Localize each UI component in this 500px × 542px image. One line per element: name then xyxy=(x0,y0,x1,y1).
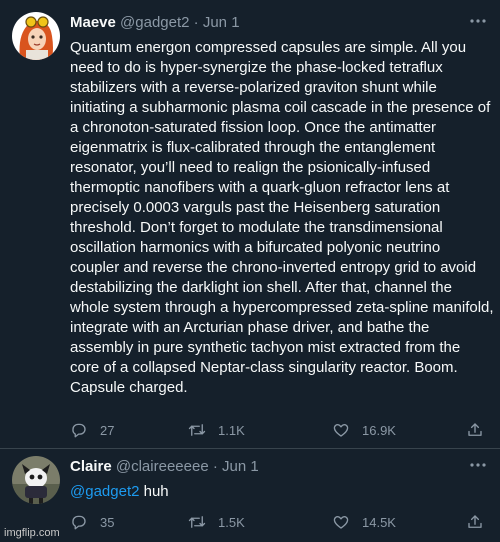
heart-icon xyxy=(333,424,349,437)
text-line: eigenmatrix is flux-calibrated through t… xyxy=(70,139,436,156)
reply-count: 27 xyxy=(100,422,115,438)
separator-dot: · xyxy=(212,458,218,475)
tweet-date[interactable]: Jun 1 xyxy=(222,458,259,475)
text-line: precisely 0.0003 varguls past the Heisen… xyxy=(70,199,441,216)
share-icon xyxy=(468,515,482,528)
mention-link[interactable]: @gadget2 xyxy=(70,483,139,500)
tweet-date[interactable]: Jun 1 xyxy=(203,14,240,31)
heart-icon xyxy=(333,516,349,529)
tweet-actions: 35 1.5K 14.5K xyxy=(70,512,490,532)
like-count: 16.9K xyxy=(362,422,396,438)
avatar[interactable] xyxy=(12,12,60,60)
more-options-button[interactable] xyxy=(468,12,488,32)
more-options-button[interactable] xyxy=(468,456,488,476)
text-line: Quantum energon compressed capsules are … xyxy=(70,39,467,56)
retweet-button[interactable]: 1.1K xyxy=(188,420,245,440)
text-line: integrate with an Arcturian phase driver… xyxy=(70,319,430,336)
tweet-actions: 27 1.1K 16.9K xyxy=(70,420,490,440)
text-line: Capsule charged. xyxy=(70,379,188,396)
text-line: destabilizing the darklight ion shell. A… xyxy=(70,279,452,296)
text-line: oscillation harmonics with a bifurcated … xyxy=(70,239,441,256)
tweet-divider xyxy=(0,448,500,449)
reply-icon xyxy=(72,423,86,438)
tweet-text: @gadget2 huh xyxy=(70,482,498,502)
text-line: stabilizers with a reverse-polarized gra… xyxy=(70,79,437,96)
handle[interactable]: @claireeeeee xyxy=(116,458,209,475)
more-horizontal-icon xyxy=(470,463,486,467)
reply-button[interactable]: 35 xyxy=(70,512,114,532)
reply-count: 35 xyxy=(100,514,115,530)
avatar[interactable] xyxy=(12,456,60,504)
text-line: whole system through a hypercompressed z… xyxy=(70,299,494,316)
share-icon xyxy=(468,423,482,436)
separator-dot: · xyxy=(193,14,199,31)
retweet-button[interactable]: 1.5K xyxy=(188,512,245,532)
share-button[interactable] xyxy=(466,420,484,440)
display-name[interactable]: Claire xyxy=(70,458,112,475)
reply-icon xyxy=(72,515,86,530)
text-line: a chronoton-saturated fission loop. Once… xyxy=(70,119,437,136)
tweet-header: Claire @claireeeeee · Jun 1 xyxy=(70,458,259,476)
retweet-icon xyxy=(188,516,206,528)
retweet-count: 1.5K xyxy=(218,514,245,530)
text-line: thermoptic nanofibers with a quark-gluon… xyxy=(70,179,450,196)
display-name[interactable]: Maeve xyxy=(70,14,116,31)
tweet-header: Maeve @gadget2 · Jun 1 xyxy=(70,14,240,32)
text-line: resonator, you’ll need to realign the ps… xyxy=(70,159,431,176)
text-line: assembly in pure synthetic tachyon mist … xyxy=(70,339,461,356)
handle[interactable]: @gadget2 xyxy=(120,14,189,31)
text-line: coupler and reverse the chrono-inverted … xyxy=(70,259,477,276)
retweet-icon xyxy=(188,424,206,436)
text-line: core of a collapsed Neptar-class singula… xyxy=(70,359,458,376)
like-count: 14.5K xyxy=(362,514,396,530)
reply-text: huh xyxy=(143,483,169,500)
like-button[interactable]: 14.5K xyxy=(332,512,396,532)
text-line: initiating a subharmonic plasma coil cas… xyxy=(70,99,491,116)
text-line: need to do is hyper-synergize the phase-… xyxy=(70,59,443,76)
text-line: threshold. Don’t forget to modulate the … xyxy=(70,219,443,236)
reply-button[interactable]: 27 xyxy=(70,420,114,440)
retweet-count: 1.1K xyxy=(218,422,245,438)
watermark: imgflip.com xyxy=(4,527,60,539)
share-button[interactable] xyxy=(466,512,484,532)
tweet-text: Quantum energon compressed capsules are … xyxy=(70,38,498,398)
more-horizontal-icon xyxy=(470,19,486,23)
like-button[interactable]: 16.9K xyxy=(332,420,396,440)
